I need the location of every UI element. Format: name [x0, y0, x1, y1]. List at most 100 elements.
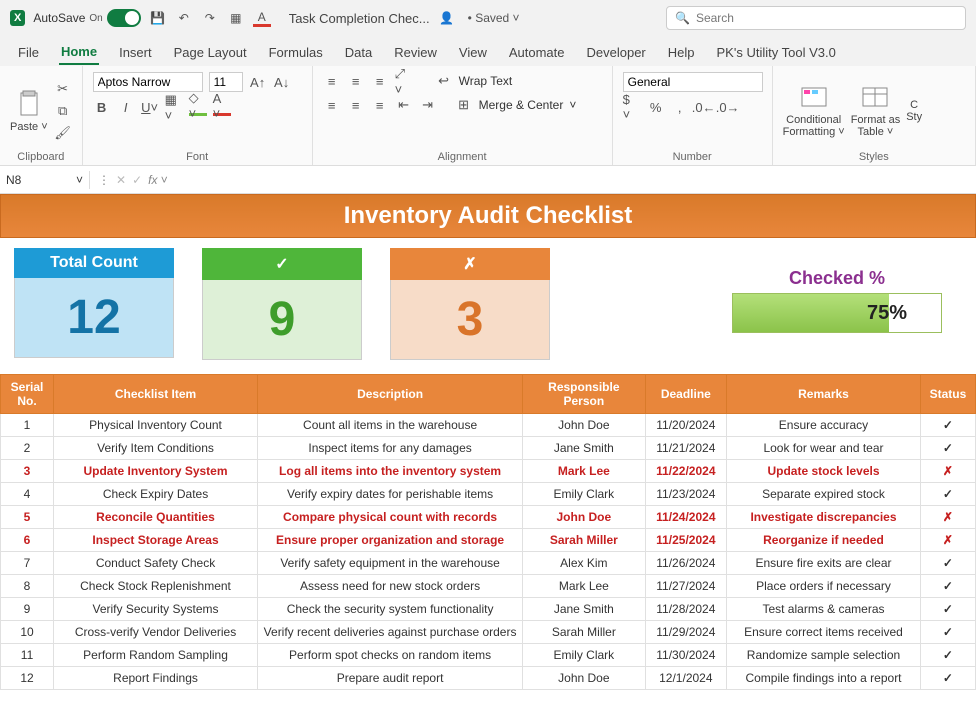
column-header[interactable]: Checklist Item — [54, 375, 258, 414]
percent-icon[interactable]: % — [647, 98, 665, 116]
status-cell[interactable]: ✓ — [920, 667, 975, 690]
table-cell[interactable]: Assess need for new stock orders — [258, 575, 523, 598]
table-cell[interactable]: 7 — [1, 552, 54, 575]
table-cell[interactable]: Jane Smith — [523, 437, 645, 460]
share-icon[interactable]: 👤 — [438, 9, 456, 27]
table-cell[interactable]: 11/23/2024 — [645, 483, 727, 506]
table-cell[interactable]: Jane Smith — [523, 598, 645, 621]
table-cell[interactable]: Randomize sample selection — [727, 644, 921, 667]
table-cell[interactable]: Verify recent deliveries against purchas… — [258, 621, 523, 644]
table-row[interactable]: 12Report FindingsPrepare audit reportJoh… — [1, 667, 976, 690]
chevron-down-icon[interactable]: ˅ — [76, 173, 83, 187]
table-cell[interactable]: 11/22/2024 — [645, 460, 727, 483]
table-row[interactable]: 10Cross-verify Vendor DeliveriesVerify r… — [1, 621, 976, 644]
name-box[interactable]: N8˅ — [0, 171, 90, 189]
redo-icon[interactable]: ↷ — [201, 9, 219, 27]
table-cell[interactable]: Alex Kim — [523, 552, 645, 575]
indent-decrease-icon[interactable]: ⇤ — [395, 96, 413, 114]
table-cell[interactable]: Investigate discrepancies — [727, 506, 921, 529]
table-cell[interactable]: 12/1/2024 — [645, 667, 727, 690]
align-center-icon[interactable]: ≡ — [347, 96, 365, 114]
tab-developer[interactable]: Developer — [585, 41, 648, 64]
table-cell[interactable]: Report Findings — [54, 667, 258, 690]
save-icon[interactable]: 💾 — [149, 9, 167, 27]
border-icon[interactable]: ▦ ˅ — [165, 98, 183, 116]
status-cell[interactable]: ✗ — [920, 506, 975, 529]
table-cell[interactable]: Mark Lee — [523, 460, 645, 483]
table-cell[interactable]: Verify safety equipment in the warehouse — [258, 552, 523, 575]
table-cell[interactable]: 8 — [1, 575, 54, 598]
table-cell[interactable]: 11/20/2024 — [645, 414, 727, 437]
table-cell[interactable]: Reorganize if needed — [727, 529, 921, 552]
table-cell[interactable]: Test alarms & cameras — [727, 598, 921, 621]
decrease-font-icon[interactable]: A↓ — [273, 73, 291, 91]
search-input[interactable]: 🔍 Search — [666, 6, 966, 30]
table-cell[interactable]: Perform Random Sampling — [54, 644, 258, 667]
merge-label[interactable]: Merge & Center — [479, 98, 564, 112]
table-cell[interactable]: 11/28/2024 — [645, 598, 727, 621]
table-cell[interactable]: Perform spot checks on random items — [258, 644, 523, 667]
cell-styles-button[interactable]: C Sty — [906, 99, 922, 123]
italic-icon[interactable]: I — [117, 98, 135, 116]
table-cell[interactable]: Count all items in the warehouse — [258, 414, 523, 437]
format-painter-icon[interactable]: 🖌 — [54, 124, 72, 142]
table-cell[interactable]: 11/21/2024 — [645, 437, 727, 460]
column-header[interactable]: Remarks — [727, 375, 921, 414]
font-family-select[interactable] — [93, 72, 203, 92]
table-cell[interactable]: 11/25/2024 — [645, 529, 727, 552]
table-row[interactable]: 8Check Stock ReplenishmentAssess need fo… — [1, 575, 976, 598]
status-cell[interactable]: ✓ — [920, 644, 975, 667]
column-header[interactable]: Deadline — [645, 375, 727, 414]
bold-icon[interactable]: B — [93, 98, 111, 116]
table-cell[interactable]: 1 — [1, 414, 54, 437]
table-cell[interactable]: 5 — [1, 506, 54, 529]
table-cell[interactable]: Look for wear and tear — [727, 437, 921, 460]
table-cell[interactable]: Cross-verify Vendor Deliveries — [54, 621, 258, 644]
align-top-icon[interactable]: ≡ — [323, 72, 341, 90]
table-row[interactable]: 4Check Expiry DatesVerify expiry dates f… — [1, 483, 976, 506]
tab-data[interactable]: Data — [343, 41, 374, 64]
tab-page-layout[interactable]: Page Layout — [172, 41, 249, 64]
tab-file[interactable]: File — [16, 41, 41, 64]
align-left-icon[interactable]: ≡ — [323, 96, 341, 114]
status-cell[interactable]: ✓ — [920, 552, 975, 575]
dropdown-icon[interactable]: ⋮ — [98, 173, 110, 187]
autosave-toggle[interactable]: AutoSave On — [33, 9, 140, 27]
table-cell[interactable]: Prepare audit report — [258, 667, 523, 690]
table-row[interactable]: 9Verify Security SystemsCheck the securi… — [1, 598, 976, 621]
status-cell[interactable]: ✗ — [920, 460, 975, 483]
table-cell[interactable]: Emily Clark — [523, 644, 645, 667]
table-cell[interactable]: Verify expiry dates for perishable items — [258, 483, 523, 506]
status-cell[interactable]: ✓ — [920, 575, 975, 598]
tab-automate[interactable]: Automate — [507, 41, 567, 64]
table-row[interactable]: 2Verify Item ConditionsInspect items for… — [1, 437, 976, 460]
table-cell[interactable]: Ensure correct items received — [727, 621, 921, 644]
status-cell[interactable]: ✓ — [920, 414, 975, 437]
status-cell[interactable]: ✓ — [920, 437, 975, 460]
tab-insert[interactable]: Insert — [117, 41, 154, 64]
tab-help[interactable]: Help — [666, 41, 697, 64]
orientation-icon[interactable]: ⤢ ˅ — [395, 72, 413, 90]
column-header[interactable]: Serial No. — [1, 375, 54, 414]
table-cell[interactable]: John Doe — [523, 414, 645, 437]
font-size-select[interactable] — [209, 72, 243, 92]
formula-input[interactable] — [176, 171, 976, 189]
tab-view[interactable]: View — [457, 41, 489, 64]
table-cell[interactable]: Sarah Miller — [523, 529, 645, 552]
wrap-text-label[interactable]: Wrap Text — [459, 74, 513, 88]
increase-font-icon[interactable]: A↑ — [249, 73, 267, 91]
undo-icon[interactable]: ↶ — [175, 9, 193, 27]
fill-color-icon[interactable]: ◇ ˅ — [189, 98, 207, 116]
table-cell[interactable]: Check the security system functionality — [258, 598, 523, 621]
table-cell[interactable]: Reconcile Quantities — [54, 506, 258, 529]
tab-home[interactable]: Home — [59, 40, 99, 65]
table-cell[interactable]: Place orders if necessary — [727, 575, 921, 598]
table-cell[interactable]: 3 — [1, 460, 54, 483]
table-cell[interactable]: Update Inventory System — [54, 460, 258, 483]
table-cell[interactable]: 11/29/2024 — [645, 621, 727, 644]
table-cell[interactable]: Ensure proper organization and storage — [258, 529, 523, 552]
table-cell[interactable]: 11/24/2024 — [645, 506, 727, 529]
conditional-formatting-button[interactable]: Conditional Formatting ˅ — [783, 84, 845, 138]
table-cell[interactable]: 11/26/2024 — [645, 552, 727, 575]
borders-icon[interactable]: ▦ — [227, 9, 245, 27]
